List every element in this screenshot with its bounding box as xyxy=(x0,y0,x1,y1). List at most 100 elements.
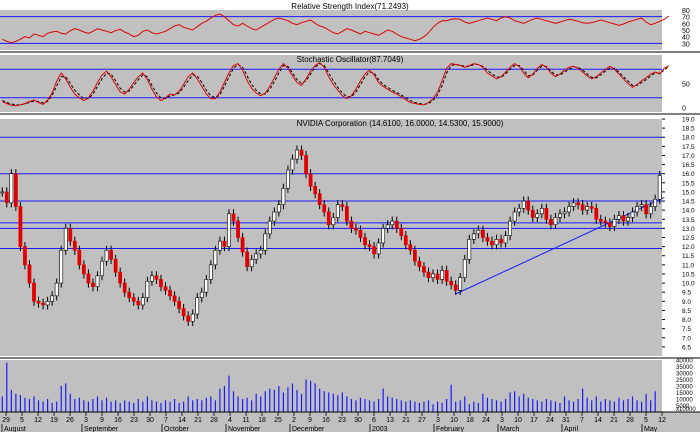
date-tick-label: 25 xyxy=(274,417,282,424)
candle-body xyxy=(322,204,327,213)
date-tick-label: 26 xyxy=(66,417,74,424)
candle-body xyxy=(576,202,581,205)
candle-body xyxy=(435,273,440,280)
price-tick-label: 13.5 xyxy=(682,217,695,224)
candle-body xyxy=(127,291,132,298)
candle-body xyxy=(286,169,290,189)
price-tick-label: 19.0 xyxy=(682,117,695,124)
candle-body xyxy=(32,282,36,302)
candle-body xyxy=(530,209,535,218)
candle-body xyxy=(440,270,444,280)
candle-body xyxy=(254,253,259,260)
price-panel: 6.5 7.0 7.5 8.0 8.5 9.0 9.5 10.0 10.5 11.0 11.5 12.… xyxy=(0,117,700,359)
candle-body xyxy=(508,220,512,236)
candle-body xyxy=(376,242,381,255)
candle-body xyxy=(63,228,68,251)
candle-body xyxy=(159,279,163,288)
date-tick-label: 23 xyxy=(130,417,138,424)
candle-body xyxy=(562,211,567,215)
candle-body xyxy=(222,240,227,247)
price-tick-label: 15.0 xyxy=(682,189,695,196)
candle-body xyxy=(50,295,55,302)
date-tick-label: 28 xyxy=(626,417,634,424)
date-tick-label: 11 xyxy=(242,417,249,424)
date-tick-label: 3 xyxy=(500,417,504,424)
candle-body xyxy=(526,200,531,211)
volume-tick-label: 20000 xyxy=(676,385,693,391)
date-tick-label: 7 xyxy=(580,417,584,424)
date-tick-label: 30 xyxy=(146,417,154,424)
candle-body xyxy=(648,206,653,215)
candle-body xyxy=(95,275,100,288)
date-tick-label: 2 xyxy=(292,417,296,424)
month-label: December xyxy=(292,426,325,432)
candle-body xyxy=(444,270,449,282)
candle-body xyxy=(422,266,426,273)
candle-body xyxy=(394,220,399,229)
price-tick-label: 10.5 xyxy=(682,271,695,278)
candle-body xyxy=(399,228,404,236)
date-tick-label: 7 xyxy=(164,417,168,424)
candle-body xyxy=(403,235,408,246)
candle-body xyxy=(363,237,367,246)
candle-body xyxy=(458,277,463,291)
candle-body xyxy=(186,315,191,322)
candle-body xyxy=(131,297,136,302)
date-tick-label: 21 xyxy=(610,417,618,424)
rsi-tick-label: 70 xyxy=(682,15,690,22)
price-tick-label: 14.0 xyxy=(682,208,695,215)
price-tick-label: 16.5 xyxy=(682,162,695,169)
price-tick-label: 12.5 xyxy=(682,235,695,242)
candle-body xyxy=(258,249,263,255)
candle-body xyxy=(539,208,544,215)
rsi-title: Relative Strength Index(71.2493) xyxy=(291,2,409,11)
candle-body xyxy=(589,206,594,209)
candle-body xyxy=(490,240,494,246)
candle-body xyxy=(236,220,240,238)
candle-body xyxy=(245,251,250,267)
candle-body xyxy=(86,273,91,284)
candle-body xyxy=(354,228,358,231)
candle-body xyxy=(81,264,86,275)
candle-body xyxy=(657,175,662,200)
candle-body xyxy=(385,224,390,229)
date-tick-label: 9 xyxy=(308,417,312,424)
candle-body xyxy=(23,246,27,266)
price-tick-label: 8.0 xyxy=(682,317,691,324)
date-tick-label: 18 xyxy=(258,417,266,424)
candle-body xyxy=(335,204,340,218)
candle-body xyxy=(340,204,345,207)
candle-body xyxy=(626,217,630,222)
rsi-tick-label: 30 xyxy=(682,41,690,48)
candle-body xyxy=(535,213,540,218)
candle-body xyxy=(91,282,95,288)
candle-body xyxy=(208,264,213,280)
candle-body xyxy=(476,229,481,235)
candle-body xyxy=(598,218,603,222)
candle-body xyxy=(54,282,59,297)
candle-body xyxy=(299,149,304,156)
candle-body xyxy=(199,291,204,298)
date-tick-label: 5 xyxy=(644,417,648,424)
candle-body xyxy=(494,239,499,246)
rsi-tick-label: 80 xyxy=(682,8,690,15)
stock-chart: 304050607080 050 6.57.07.58.08.59.09.510… xyxy=(0,0,700,432)
candle-body xyxy=(172,295,177,302)
candle-body xyxy=(308,173,313,187)
candle-body xyxy=(181,308,186,317)
candle-body xyxy=(585,206,590,211)
candle-body xyxy=(9,173,14,204)
candle-body xyxy=(453,284,458,291)
date-tick-label: 29 xyxy=(2,417,10,424)
candle-body xyxy=(150,275,154,282)
month-label: May xyxy=(644,426,658,432)
price-title: NVIDIA Corporation (14.6100, 16.0000, 14… xyxy=(297,119,504,128)
candle-body xyxy=(417,260,422,267)
month-label: September xyxy=(84,426,119,432)
candle-body xyxy=(304,155,308,174)
candle-body xyxy=(503,235,508,244)
candle-body xyxy=(485,237,490,242)
candle-body xyxy=(349,220,354,229)
candle-body xyxy=(145,280,150,298)
candle-body xyxy=(231,213,236,222)
